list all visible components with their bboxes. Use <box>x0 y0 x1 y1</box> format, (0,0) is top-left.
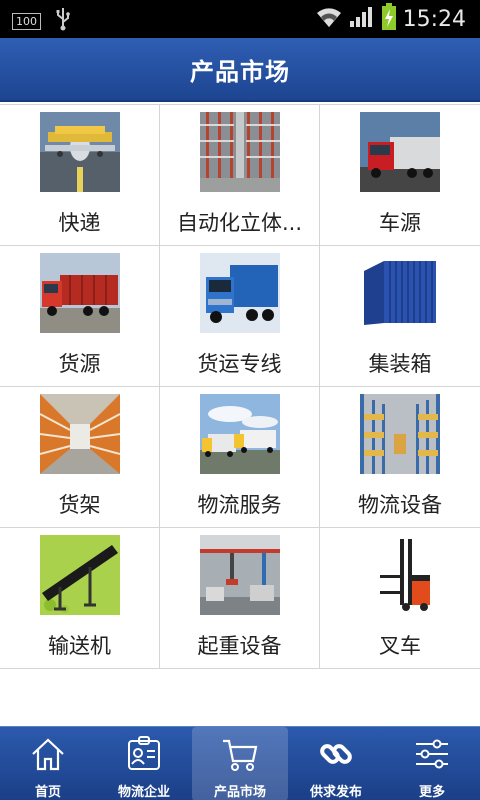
category-label: 货架 <box>58 493 101 517</box>
category-tile-cargo-source[interactable]: 货源 <box>0 246 160 387</box>
nav-product-market[interactable]: 产品市场 <box>192 727 288 800</box>
nav-more[interactable]: 更多 <box>384 727 480 800</box>
category-label: 物流服务 <box>197 493 282 517</box>
truck-fleet-image <box>200 394 280 474</box>
id-card-icon <box>128 736 160 770</box>
category-label: 货源 <box>58 352 101 376</box>
signal-icon <box>349 5 375 33</box>
category-tile-logistics-equipment[interactable]: 物流设备 <box>320 387 480 528</box>
link-icon <box>320 744 352 764</box>
nav-logistics-companies-label: 物流企业 <box>117 785 170 800</box>
category-tile-container[interactable]: 集装箱 <box>320 246 480 387</box>
nav-home[interactable]: 首页 <box>0 727 96 800</box>
category-label: 货运专线 <box>197 352 282 376</box>
category-label: 叉车 <box>379 634 421 658</box>
red-truck-image <box>360 112 440 192</box>
category-tile-shelving[interactable]: 货架 <box>0 387 160 528</box>
nav-logistics-companies[interactable]: 物流企业 <box>96 727 192 800</box>
category-tile-lifting-equipment[interactable]: 起重设备 <box>160 528 320 669</box>
wifi-icon <box>315 5 343 33</box>
home-icon <box>32 738 64 771</box>
category-label: 快递 <box>58 211 101 235</box>
conveyor-image <box>40 535 120 615</box>
usb-icon <box>55 7 71 35</box>
battery-saver-badge: 100 <box>12 12 41 30</box>
forklift-image <box>360 535 440 615</box>
blue-truck-image <box>200 253 280 333</box>
category-label: 起重设备 <box>197 634 282 658</box>
category-tile-freight-line[interactable]: 货运专线 <box>160 246 320 387</box>
nav-product-market-label: 产品市场 <box>213 785 266 800</box>
shelving-image <box>40 394 120 474</box>
battery-charging-icon <box>381 3 397 35</box>
container-image <box>360 253 440 333</box>
nav-more-label: 更多 <box>418 785 445 800</box>
warehouse-equipment-image <box>360 394 440 474</box>
category-tile-logistics-service[interactable]: 物流服务 <box>160 387 320 528</box>
crane-image <box>200 535 280 615</box>
category-label: 车源 <box>379 211 421 235</box>
nav-home-label: 首页 <box>34 785 61 800</box>
cargo-truck-image <box>40 253 120 333</box>
category-tile-vehicles[interactable]: 车源 <box>320 105 480 246</box>
category-label: 物流设备 <box>358 493 442 517</box>
header-bar: 产品市场 <box>0 38 480 102</box>
product-category-grid: 快递 自动化立体... 车源 货源 货运专线 集装箱 货架 物流服务 物流设备 … <box>0 104 480 669</box>
cargo-plane-image <box>40 112 120 192</box>
nav-supply-demand-label: 供求发布 <box>309 785 362 800</box>
cart-icon <box>223 739 258 771</box>
category-tile-express[interactable]: 快递 <box>0 105 160 246</box>
sliders-icon <box>416 739 448 769</box>
category-label: 自动化立体... <box>176 211 303 235</box>
nav-supply-demand[interactable]: 供求发布 <box>288 727 384 800</box>
bottom-navigation: 首页 物流企业 产品市场 供求发布 更多 <box>0 726 480 800</box>
category-label: 输送机 <box>48 634 111 658</box>
page-title: 产品市场 <box>190 57 290 86</box>
category-label: 集装箱 <box>368 352 432 376</box>
clock-time: 15:24 <box>402 6 466 32</box>
category-tile-automated-warehouse[interactable]: 自动化立体... <box>160 105 320 246</box>
category-tile-conveyor[interactable]: 输送机 <box>0 528 160 669</box>
status-bar: 100 15:24 <box>0 0 480 38</box>
warehouse-racks-image <box>200 112 280 192</box>
category-tile-forklift[interactable]: 叉车 <box>320 528 480 669</box>
